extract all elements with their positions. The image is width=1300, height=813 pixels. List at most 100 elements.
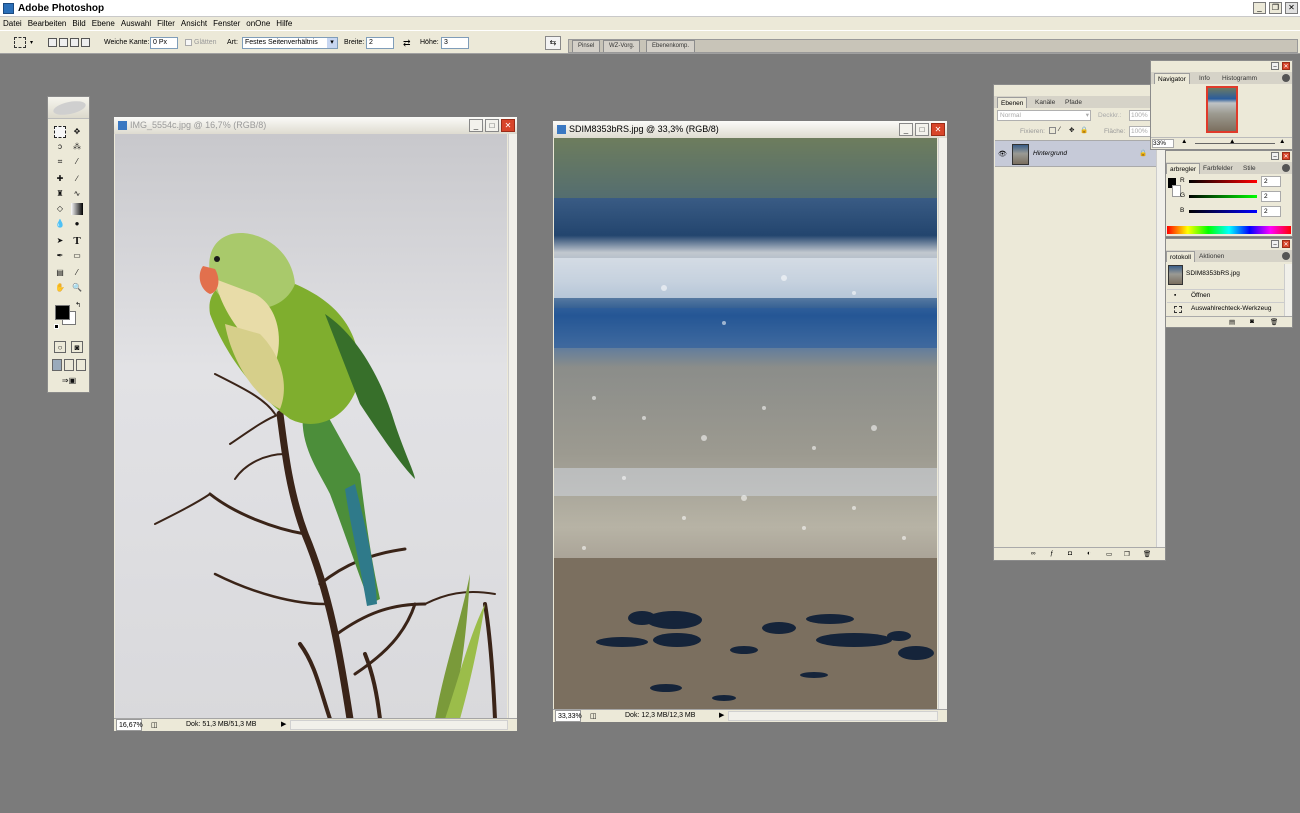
stamp-tool-icon[interactable]: ♜: [54, 188, 66, 200]
zoom-in-icon[interactable]: ▲: [1279, 138, 1285, 145]
zoom-field[interactable]: 33,33%: [555, 710, 582, 722]
hand-tool-icon[interactable]: ✋: [54, 282, 66, 294]
panel-close-button[interactable]: ✕: [1282, 240, 1290, 248]
r-input[interactable]: 2: [1261, 176, 1281, 187]
navigator-zoom-field[interactable]: 33%: [1152, 139, 1174, 148]
intersect-selection-icon[interactable]: [81, 38, 90, 47]
height-input[interactable]: 3: [441, 37, 469, 49]
toolbox-header[interactable]: [48, 97, 89, 119]
dodge-tool-icon[interactable]: ●: [71, 218, 83, 230]
subtract-selection-icon[interactable]: [70, 38, 79, 47]
doc-close-button[interactable]: ✕: [501, 119, 515, 132]
minimize-button[interactable]: _: [1253, 2, 1266, 14]
lock-position-icon[interactable]: ✥: [1069, 126, 1074, 134]
menu-onone[interactable]: onOne: [243, 17, 273, 30]
zoom-out-icon[interactable]: ▲: [1181, 138, 1187, 145]
status-menu-icon[interactable]: ◫: [151, 720, 158, 732]
move-tool-icon[interactable]: ✥: [71, 126, 83, 138]
blur-tool-icon[interactable]: 💧: [54, 218, 66, 230]
style-select[interactable]: Festes Seitenverhältnis ▾: [242, 37, 338, 49]
new-selection-icon[interactable]: [48, 38, 57, 47]
width-input[interactable]: 2: [366, 37, 394, 49]
navigator-preview[interactable]: [1206, 86, 1238, 133]
tab-farbregler[interactable]: arbregler: [1166, 163, 1201, 174]
menu-bearbeiten[interactable]: Bearbeiten: [25, 17, 70, 30]
zoom-tool-icon[interactable]: 🔍: [71, 282, 83, 294]
trash-icon[interactable]: 🗑: [1143, 550, 1151, 558]
zoom-field[interactable]: 16,67%: [116, 719, 143, 731]
new-layer-icon[interactable]: ❐: [1124, 550, 1130, 558]
panel-menu-icon[interactable]: [1282, 252, 1290, 260]
swap-colors-icon[interactable]: ↰: [72, 300, 84, 312]
menu-ebene[interactable]: Ebene: [89, 17, 118, 30]
layer-mask-icon[interactable]: ◘: [1068, 550, 1072, 557]
well-tab-pinsel[interactable]: Pinsel: [572, 40, 601, 52]
document-title-bar[interactable]: IMG_5554c.jpg @ 16,7% (RGB/8) _ □ ✕: [114, 117, 517, 134]
tab-pfade[interactable]: Pfade: [1062, 97, 1085, 108]
document-title-bar[interactable]: SDIM8353bRS.jpg @ 33,3% (RGB/8) _ □ ✕: [553, 121, 947, 138]
doc-maximize-button[interactable]: □: [915, 123, 929, 136]
eyedropper-tool-icon[interactable]: ⁄: [71, 267, 83, 279]
eraser-tool-icon[interactable]: ◇: [54, 203, 66, 215]
add-selection-icon[interactable]: [59, 38, 68, 47]
swap-icon[interactable]: ⇄: [403, 38, 411, 49]
layer-row-hintergrund[interactable]: 👁 Hintergrund 🔒: [995, 140, 1156, 167]
menu-auswahl[interactable]: Auswahl: [118, 17, 154, 30]
tab-protokoll[interactable]: rotokoll: [1166, 251, 1195, 262]
chevron-down-icon[interactable]: ▾: [1086, 111, 1089, 121]
chevron-down-icon[interactable]: ▾: [327, 38, 337, 48]
screen-mode-menu-icon[interactable]: [64, 359, 74, 371]
tab-aktionen[interactable]: Aktionen: [1196, 251, 1227, 262]
shape-tool-icon[interactable]: ▭: [71, 250, 83, 262]
history-step-open[interactable]: ▪ Öffnen: [1167, 289, 1284, 302]
b-slider[interactable]: [1189, 210, 1257, 213]
history-snapshot-thumbnail[interactable]: [1168, 265, 1183, 285]
layer-style-icon[interactable]: ƒ: [1050, 550, 1054, 557]
foreground-color-swatch[interactable]: [55, 305, 70, 320]
doc-horizontal-scrollbar[interactable]: [728, 711, 938, 721]
marquee-tool-icon[interactable]: [54, 126, 66, 138]
screen-mode-full-icon[interactable]: [76, 359, 86, 371]
doc-vertical-scrollbar[interactable]: [508, 134, 517, 719]
tab-histogramm[interactable]: Histogramm: [1219, 73, 1260, 84]
quick-mask-icon[interactable]: ◙: [71, 341, 83, 353]
doc-minimize-button[interactable]: _: [469, 119, 483, 132]
healing-brush-icon[interactable]: ✚: [54, 173, 66, 185]
doc-maximize-button[interactable]: □: [485, 119, 499, 132]
screen-mode-standard-icon[interactable]: [52, 359, 62, 371]
link-layers-icon[interactable]: ∞: [1031, 550, 1036, 557]
menu-fenster[interactable]: Fenster: [210, 17, 243, 30]
lock-image-icon[interactable]: ∕: [1059, 126, 1060, 133]
doc-horizontal-scrollbar[interactable]: [290, 720, 508, 730]
panel-menu-icon[interactable]: [1282, 164, 1290, 172]
eye-visibility-icon[interactable]: 👁: [998, 150, 1007, 158]
new-document-from-state-icon[interactable]: ▤: [1229, 318, 1235, 326]
chevron-down-icon[interactable]: ▾: [30, 39, 33, 46]
panel-minimize-button[interactable]: –: [1271, 240, 1279, 248]
pen-tool-icon[interactable]: ✒: [54, 250, 66, 262]
trash-icon[interactable]: 🗑: [1270, 318, 1278, 326]
doc-vertical-scrollbar[interactable]: [938, 138, 947, 711]
parrot-canvas[interactable]: [115, 134, 507, 719]
menu-bild[interactable]: Bild: [69, 17, 88, 30]
history-scrollbar[interactable]: [1284, 264, 1292, 316]
status-menu-icon[interactable]: ◫: [590, 711, 597, 723]
well-tab-ebenenkomp[interactable]: Ebenenkomp.: [646, 40, 696, 52]
maximize-button[interactable]: ❐: [1269, 2, 1282, 14]
menu-hilfe[interactable]: Hilfe: [273, 17, 295, 30]
zoom-slider-thumb[interactable]: ▲: [1229, 138, 1235, 145]
crop-tool-icon[interactable]: ⌗: [54, 156, 66, 168]
layers-scrollbar[interactable]: [1156, 140, 1165, 548]
close-button[interactable]: ✕: [1285, 2, 1298, 14]
g-slider[interactable]: [1189, 195, 1257, 198]
tab-farbfelder[interactable]: Farbfelder: [1200, 163, 1236, 174]
path-selection-icon[interactable]: ➤: [54, 235, 66, 247]
g-input[interactable]: 2: [1261, 191, 1281, 202]
slice-tool-icon[interactable]: ⁄: [71, 156, 83, 168]
b-input[interactable]: 2: [1261, 206, 1281, 217]
blend-mode-select[interactable]: Normal ▾: [997, 110, 1091, 121]
history-step-marquee[interactable]: Auswahlrechteck-Werkzeug: [1167, 302, 1284, 315]
tab-kanaele[interactable]: Kanäle: [1032, 97, 1058, 108]
panel-close-button[interactable]: ✕: [1282, 152, 1290, 160]
adjustment-layer-icon[interactable]: ◐: [1087, 550, 1091, 557]
